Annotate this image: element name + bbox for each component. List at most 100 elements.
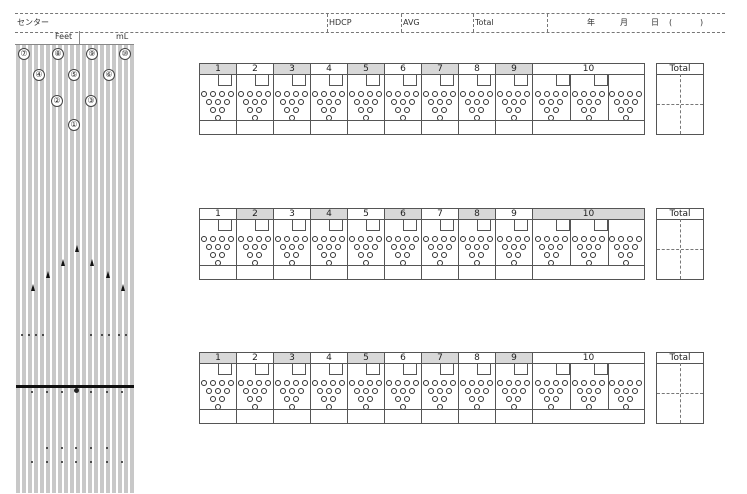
- pin-icon[interactable]: [214, 244, 221, 250]
- frame-score[interactable]: [311, 265, 347, 279]
- pin-icon[interactable]: [469, 396, 475, 402]
- ball-box[interactable]: [254, 74, 269, 86]
- pin-icon[interactable]: [408, 388, 415, 394]
- pin-icon[interactable]: [464, 388, 471, 394]
- pin-icon[interactable]: [427, 244, 434, 250]
- pin-icon[interactable]: [330, 396, 336, 402]
- pin-icon[interactable]: [436, 244, 443, 250]
- pin-icon[interactable]: [330, 252, 336, 258]
- pin-icon[interactable]: [515, 236, 521, 242]
- pin-icon[interactable]: [205, 99, 212, 105]
- pin-icon[interactable]: [238, 236, 244, 242]
- pin-icon[interactable]: [247, 91, 253, 97]
- pin-icon[interactable]: [349, 236, 355, 242]
- pin-icon[interactable]: [390, 99, 397, 105]
- frame-score[interactable]: [237, 409, 273, 423]
- pin-icon[interactable]: [534, 380, 541, 386]
- pin-icon[interactable]: [321, 380, 327, 386]
- pin-icon[interactable]: [473, 99, 480, 105]
- pin-icon[interactable]: [288, 388, 295, 394]
- pin-icon[interactable]: [386, 380, 392, 386]
- pin-icon[interactable]: [631, 388, 638, 394]
- frame-score[interactable]: [311, 409, 347, 423]
- pin-icon[interactable]: [223, 99, 230, 105]
- pin-icon[interactable]: [618, 396, 625, 402]
- pin-icon[interactable]: [539, 244, 546, 250]
- pin-icon[interactable]: [210, 252, 216, 258]
- pin-icon[interactable]: [478, 380, 484, 386]
- pin-icon[interactable]: [358, 252, 364, 258]
- pin-icon[interactable]: [599, 236, 605, 242]
- pin-icon[interactable]: [627, 91, 634, 97]
- pin-icon[interactable]: [325, 244, 332, 250]
- pin-icon[interactable]: [478, 91, 484, 97]
- pin-icon[interactable]: [501, 99, 508, 105]
- pin-icon[interactable]: [609, 91, 616, 97]
- pin-icon[interactable]: [581, 107, 587, 113]
- pin-icon[interactable]: [399, 388, 406, 394]
- pin-icon[interactable]: [312, 91, 318, 97]
- pin-icon[interactable]: [487, 236, 493, 242]
- pin-icon[interactable]: [214, 388, 221, 394]
- pin-icon[interactable]: [543, 107, 550, 113]
- pin-icon[interactable]: [279, 244, 286, 250]
- pin-icon[interactable]: [260, 244, 267, 250]
- pin-icon[interactable]: [395, 107, 401, 113]
- pin-icon[interactable]: [238, 380, 244, 386]
- pin-icon[interactable]: [590, 107, 596, 113]
- pin-icon[interactable]: [460, 236, 466, 242]
- ball-box[interactable]: [291, 363, 306, 375]
- pin-icon[interactable]: [260, 99, 267, 105]
- pin-icon[interactable]: [367, 396, 373, 402]
- pin-icon[interactable]: [390, 244, 397, 250]
- pin-icon[interactable]: [223, 388, 230, 394]
- pin-icon[interactable]: [561, 236, 568, 242]
- ball-box[interactable]: [365, 363, 380, 375]
- frame-score[interactable]: [348, 265, 384, 279]
- pin-icon[interactable]: [599, 91, 605, 97]
- frame-score[interactable]: [496, 409, 532, 423]
- pin-icon[interactable]: [441, 252, 447, 258]
- pin-icon[interactable]: [460, 380, 466, 386]
- total-box[interactable]: Total: [656, 352, 704, 424]
- pin-icon[interactable]: [636, 380, 643, 386]
- pin-icon[interactable]: [256, 252, 262, 258]
- pin-icon[interactable]: [256, 396, 262, 402]
- pin-icon[interactable]: [247, 380, 253, 386]
- pin-icon[interactable]: [413, 236, 419, 242]
- pin-icon[interactable]: [228, 380, 234, 386]
- frame-score[interactable]: [385, 120, 421, 134]
- pin-icon[interactable]: [376, 236, 382, 242]
- pin-icon[interactable]: [423, 91, 429, 97]
- pin-icon[interactable]: [293, 236, 299, 242]
- pin-icon[interactable]: [219, 380, 225, 386]
- pin-icon[interactable]: [441, 396, 447, 402]
- pin-icon[interactable]: [627, 252, 634, 258]
- frame-score[interactable]: [385, 409, 421, 423]
- frame-score[interactable]: [533, 265, 644, 279]
- pin-icon[interactable]: [293, 380, 299, 386]
- pin-icon[interactable]: [548, 388, 555, 394]
- pin-icon[interactable]: [627, 380, 634, 386]
- pin-icon[interactable]: [487, 91, 493, 97]
- pin-icon[interactable]: [316, 244, 323, 250]
- pin-icon[interactable]: [251, 99, 258, 105]
- frame-score[interactable]: [459, 120, 495, 134]
- pin-icon[interactable]: [539, 99, 546, 105]
- pin-icon[interactable]: [519, 244, 526, 250]
- pin-icon[interactable]: [321, 91, 327, 97]
- pin-icon[interactable]: [590, 91, 596, 97]
- ball-box[interactable]: [217, 363, 232, 375]
- pin-icon[interactable]: [469, 236, 475, 242]
- pin-icon[interactable]: [478, 236, 484, 242]
- pin-icon[interactable]: [279, 99, 286, 105]
- pin-icon[interactable]: [618, 236, 625, 242]
- pin-icon[interactable]: [279, 388, 286, 394]
- pin-icon[interactable]: [590, 396, 596, 402]
- ball-box[interactable]: [593, 219, 608, 231]
- pin-icon[interactable]: [284, 91, 290, 97]
- ball-box[interactable]: [254, 219, 269, 231]
- pin-icon[interactable]: [515, 380, 521, 386]
- pin-icon[interactable]: [413, 380, 419, 386]
- pin-icon[interactable]: [519, 388, 526, 394]
